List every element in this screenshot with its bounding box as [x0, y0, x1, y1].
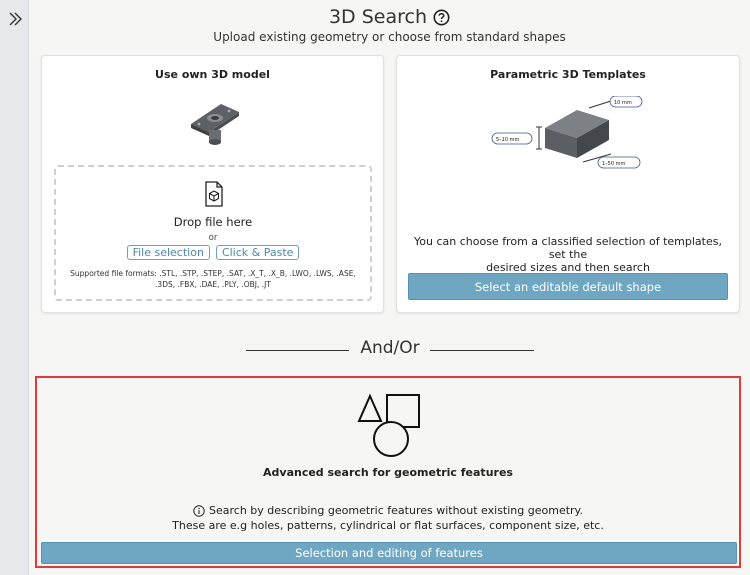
geometric-shapes-icon — [357, 393, 420, 457]
info-circle-icon — [193, 504, 205, 517]
advanced-search-title: Advanced search for geometric features — [263, 466, 513, 479]
double-chevron-right-icon — [9, 12, 22, 26]
templates-title: Parametric 3D Templates — [490, 68, 646, 81]
or-text: or — [208, 233, 218, 243]
templates-description-line-1: You can choose from a classified selecti… — [414, 235, 722, 261]
advanced-description-text-1: Search by describing geometric features … — [209, 504, 583, 517]
side-rail — [0, 0, 29, 575]
divider-line-right — [430, 350, 534, 351]
select-default-shape-button[interactable]: Select an editable default shape — [408, 273, 728, 300]
own-model-card: Use own 3D model Drop file here or File … — [41, 55, 384, 313]
and-or-label: And/Or — [360, 338, 420, 358]
drop-file-text: Drop file here — [173, 215, 253, 229]
advanced-description-line-2: These are e.g holes, patterns, cylindric… — [172, 519, 604, 532]
expand-sidebar-button[interactable] — [0, 4, 29, 34]
page-header: 3D Search — [29, 4, 750, 30]
templates-card: Parametric 3D Templates 10 mm 5–10 mm 1–… — [396, 55, 740, 313]
supported-formats: Supported file formats: .STL, .STP, .STE… — [70, 268, 356, 290]
divider-line-left — [246, 350, 349, 351]
select-features-button[interactable]: Selection and editing of features — [41, 542, 737, 564]
advanced-description-line-1: Search by describing geometric features … — [37, 503, 739, 518]
templates-description: You can choose from a classified selecti… — [407, 235, 729, 274]
page-subtitle: Upload existing geometry or choose from … — [213, 30, 566, 44]
dimension-label-left: 5–10 mm — [496, 137, 520, 143]
dimension-label-top: 10 mm — [614, 100, 632, 106]
formats-line-2: .3DS, .FBX, .DAE, .PLY, .OBJ, .JT — [155, 280, 271, 289]
file-cube-icon — [205, 181, 223, 207]
file-selection-button[interactable]: File selection — [126, 245, 210, 260]
click-paste-button[interactable]: Click & Paste — [215, 245, 300, 260]
advanced-search-description: Search by describing geometric features … — [37, 503, 739, 533]
file-dropzone[interactable]: Drop file here or File selection Click &… — [54, 165, 372, 301]
question-circle-icon — [433, 9, 450, 25]
3d-part-preview-icon — [191, 104, 239, 145]
formats-line-1: Supported file formats: .STL, .STP, .STE… — [70, 269, 356, 278]
page-title: 3D Search — [328, 6, 428, 28]
help-button[interactable] — [433, 9, 450, 26]
advanced-search-panel: Advanced search for geometric features S… — [35, 376, 741, 568]
dimension-label-bottom: 1–50 mm — [602, 161, 626, 167]
own-model-title: Use own 3D model — [155, 68, 270, 81]
